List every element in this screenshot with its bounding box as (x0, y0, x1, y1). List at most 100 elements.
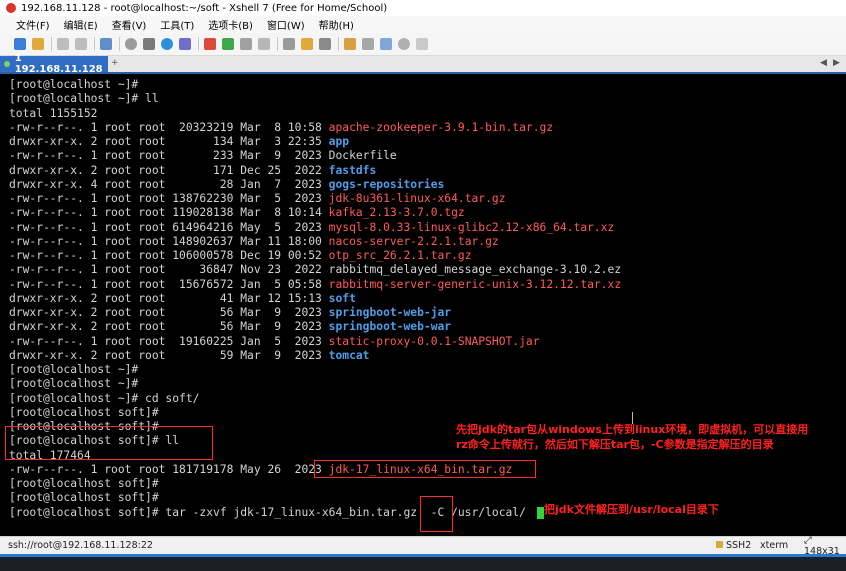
terminal-line: [root@localhost soft]# (9, 477, 621, 491)
menu-window[interactable]: 窗口(W) (267, 17, 305, 32)
help-icon[interactable] (398, 38, 410, 50)
terminal-line: -rw-r--r--. 1 root root 19160225 Jan 5 2… (9, 335, 621, 349)
xftp-icon[interactable] (204, 38, 216, 50)
highlight-box-ll (5, 426, 213, 460)
chat-icon[interactable] (416, 38, 428, 50)
title-bar: 192.168.11.128 - root@localhost:~/soft -… (0, 0, 846, 17)
terminal-text-segment: drwxr-xr-x. 2 root root 56 Mar 9 2023 (9, 306, 329, 319)
terminal-cursor (536, 506, 544, 519)
terminal-text-segment: drwxr-xr-x. 2 root root 134 Mar 3 22:35 (9, 135, 329, 148)
toolbar-divider (198, 37, 199, 51)
menu-tabs[interactable]: 选项卡(B) (208, 17, 253, 32)
terminal-line: [root@localhost soft]# (9, 406, 621, 420)
new-session-icon[interactable] (14, 38, 26, 50)
terminal-text-segment: gogs-repositories (328, 177, 445, 191)
mouse-ibeam-cursor (632, 412, 633, 424)
add-tab-icon[interactable]: + (111, 58, 119, 68)
terminal-text-segment: apache-zookeeper-3.9.1-bin.tar.gz (328, 120, 554, 134)
terminal-text-segment: drwxr-xr-x. 2 root root 59 Mar 9 2023 (9, 348, 329, 362)
connect-icon[interactable] (57, 38, 69, 50)
terminal-line: -rw-r--r--. 1 root root 106000578 Dec 19… (9, 249, 621, 263)
terminal-line: drwxr-xr-x. 4 root root 28 Jan 7 2023 go… (9, 178, 621, 192)
lock-icon[interactable] (258, 38, 270, 50)
toolbar-divider (51, 37, 52, 51)
font-icon[interactable] (179, 38, 191, 50)
terminal-text-segment: mysql-8.0.33-linux-glibc2.12-x86_64.tar.… (328, 220, 615, 234)
terminal-line: [root@localhost ~]# (9, 363, 621, 377)
terminal-text-segment: rabbitmq-server-generic-unix-3.12.12.tar… (328, 277, 622, 291)
terminal-text-segment: -rw-r--r--. 1 root root 181719178 May 26… (9, 462, 329, 476)
annotation-upload-line2: rz命令上传就行，然后如下解压tar包，-C参数是指定解压的目录 (456, 438, 774, 451)
terminal-text-segment: [root@localhost ~]# (9, 363, 139, 376)
status-terminal-type: xterm (760, 540, 789, 551)
status-bar: ssh://root@192.168.11.128:22 SSH2 xterm … (0, 535, 846, 557)
taskbar-accent (0, 554, 846, 557)
compose-icon[interactable] (319, 38, 331, 50)
terminal-text-segment: -rw-r--r--. 1 root root 19160225 Jan 5 2… (9, 334, 329, 348)
terminal-text-segment: soft (328, 291, 356, 305)
fullscreen-icon[interactable] (380, 38, 392, 50)
terminal-line: drwxr-xr-x. 2 root root 59 Mar 9 2023 to… (9, 349, 621, 363)
annotation-upload-note: 先把jdk的tar包从windows上传到linux环境，即虚拟机，可以直接用 … (456, 422, 808, 452)
annotation-upload-line1: 先把jdk的tar包从windows上传到linux环境，即虚拟机，可以直接用 (456, 423, 809, 436)
terminal-area[interactable]: [root@localhost ~]# [root@localhost ~]# l… (0, 74, 846, 536)
properties-icon[interactable] (100, 38, 112, 50)
toolbar-divider (94, 37, 95, 51)
terminal-text-segment: springboot-web-jar (328, 306, 452, 319)
menu-file[interactable]: 文件(F) (16, 17, 50, 32)
terminal-line: -rw-r--r--. 1 root root 36847 Nov 23 202… (9, 263, 621, 277)
terminal-text-segment: otp_src_26.2.1.tar.gz (328, 249, 472, 262)
lock-icon (716, 541, 723, 548)
globe-icon[interactable] (161, 38, 173, 50)
terminal-line: [root@localhost soft]# tar -zxvf jdk-17_… (9, 506, 621, 520)
terminal-text-segment: [root@localhost soft]# (9, 405, 159, 419)
script-icon[interactable] (222, 38, 234, 50)
terminal-text-segment: tomcat (328, 348, 370, 362)
terminal-text-segment: -rw-r--r--. 1 root root 614964216 May 5 … (9, 220, 329, 234)
find-icon[interactable] (125, 38, 137, 50)
tab-scroll-right-icon[interactable]: ▶ (833, 58, 840, 68)
terminal-line: -rw-r--r--. 1 root root 15676572 Jan 5 0… (9, 278, 621, 292)
menu-view[interactable]: 查看(V) (112, 17, 147, 32)
keyboard-icon[interactable] (283, 38, 295, 50)
terminal-line: -rw-r--r--. 1 root root 138762230 Mar 5 … (9, 192, 621, 206)
toolbar-divider (277, 37, 278, 51)
terminal-line: -rw-r--r--. 1 root root 20323219 Mar 8 1… (9, 121, 621, 135)
terminal-text-segment: -rw-r--r--. 1 root root 106000578 Dec 19… (9, 249, 329, 262)
window-icon[interactable] (362, 38, 374, 50)
menu-edit[interactable]: 编辑(E) (64, 17, 98, 32)
window-title: 192.168.11.128 - root@localhost:~/soft -… (21, 2, 388, 14)
terminal-line: drwxr-xr-x. 2 root root 56 Mar 9 2023 sp… (9, 320, 621, 334)
terminal-text-segment: drwxr-xr-x. 4 root root 28 Jan 7 2023 (9, 177, 329, 191)
highlight-box-jdk-file (314, 460, 536, 478)
terminal-line: drwxr-xr-x. 2 root root 171 Dec 25 2022 … (9, 164, 621, 178)
status-protocol-text: SSH2 (726, 540, 752, 551)
highlight-icon[interactable] (301, 38, 313, 50)
status-protocol: SSH2 (716, 540, 751, 551)
layout-icon[interactable] (143, 38, 155, 50)
terminal-text-segment: [root@localhost ~]# (9, 377, 139, 391)
tab-scroll-left-icon[interactable]: ◀ (820, 58, 827, 68)
terminal-text-segment: total 1155152 (9, 106, 98, 120)
disconnect-icon[interactable] (75, 38, 87, 50)
menu-help[interactable]: 帮助(H) (319, 17, 354, 32)
terminal-text-segment: [root@localhost soft]# (9, 491, 159, 505)
terminal-line: total 1155152 (9, 107, 621, 121)
menu-tools[interactable]: 工具(T) (160, 17, 194, 32)
terminal-line: drwxr-xr-x. 2 root root 134 Mar 3 22:35 … (9, 135, 621, 149)
terminal-line: [root@localhost soft]# (9, 491, 621, 505)
xshell-app-icon (6, 3, 16, 13)
terminal-text-segment: app (328, 135, 350, 148)
tunnel-icon[interactable] (344, 38, 356, 50)
annotation-extract-note: 把jdk文件解压到/usr/local目录下 (544, 503, 719, 516)
terminal-text-segment: [root@localhost ~]# (9, 78, 139, 91)
transfer-icon[interactable] (240, 38, 252, 50)
terminal-text-segment: [root@localhost soft]# tar -zxvf jdk-17_… (9, 505, 533, 519)
terminal-line: -rw-r--r--. 1 root root 148902637 Mar 11… (9, 235, 621, 249)
terminal-text-segment: springboot-web-war (328, 320, 452, 334)
session-tab[interactable]: 1 192.168.11.128 (0, 53, 108, 75)
terminal-line: [root@localhost ~]# (9, 78, 621, 92)
terminal-text-segment: static-proxy-0.0.1-SNAPSHOT.jar (328, 334, 540, 348)
open-folder-icon[interactable] (32, 38, 44, 50)
terminal-text-segment: -rw-r--r--. 1 root root 119028138 Mar 8 … (9, 206, 329, 220)
